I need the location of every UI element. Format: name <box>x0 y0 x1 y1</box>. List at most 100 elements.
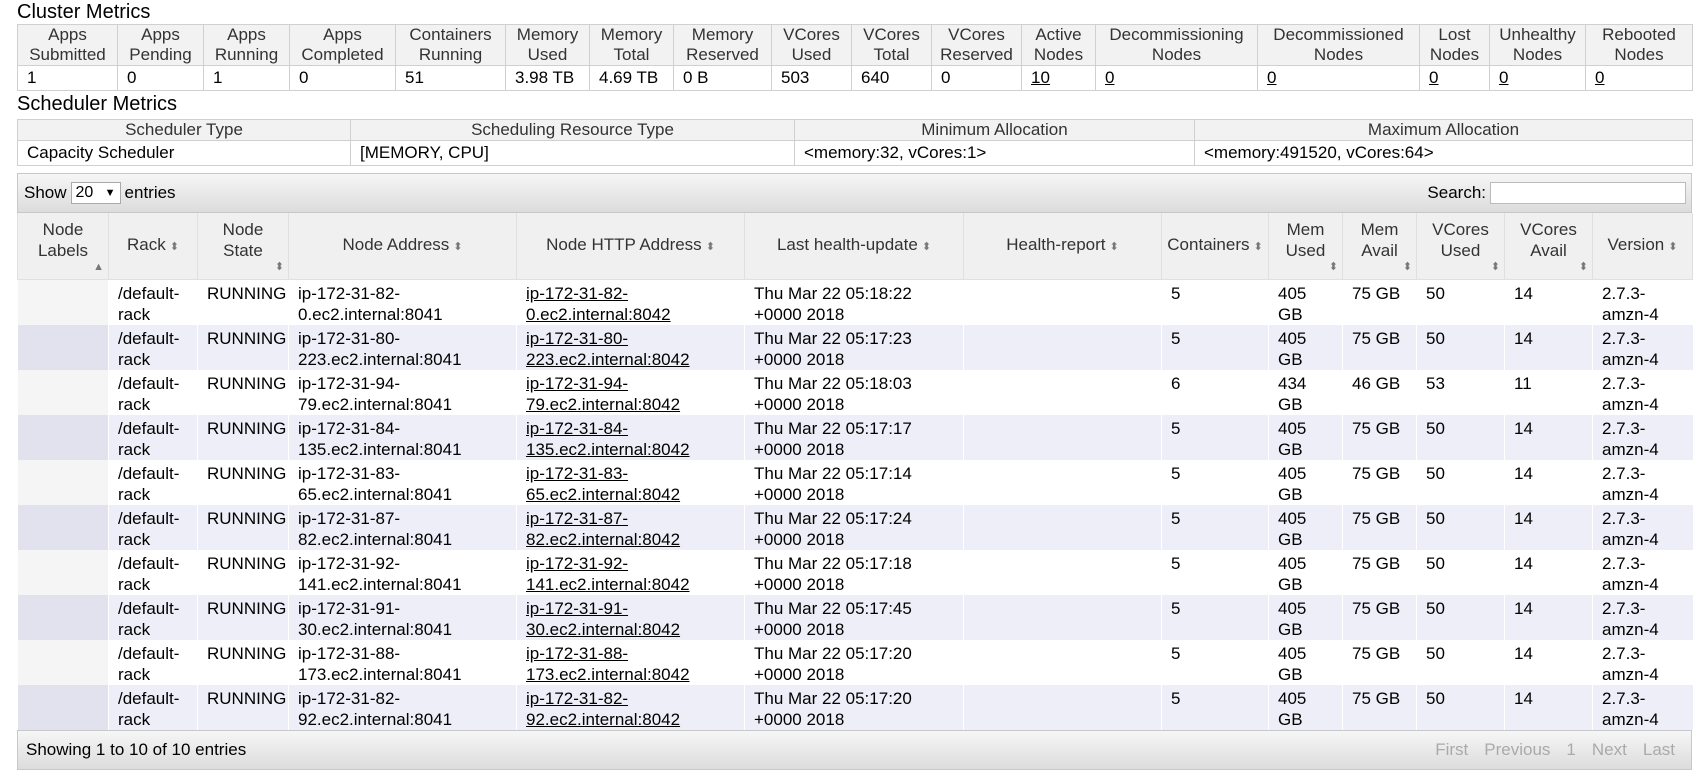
column-header[interactable]: Rack ⬍ <box>108 213 198 280</box>
cell-update: Thu Mar 22 05:18:22 +0000 2018 <box>744 279 964 325</box>
cell-labels <box>17 640 109 685</box>
metric-value: 1 <box>27 68 37 87</box>
cell-vc-avail: 14 <box>1504 505 1593 550</box>
cluster-metric-header: Containers Running <box>395 24 506 66</box>
text-line: Active <box>1035 25 1082 44</box>
column-header[interactable]: VCores Avail ⬍ <box>1504 213 1593 280</box>
cell-text: 2.7.3- amzn-4 <box>1602 329 1659 369</box>
column-header[interactable]: Node Labels ▲ <box>17 213 109 280</box>
text-line: 405 <box>1278 419 1307 438</box>
column-header[interactable]: Mem Avail ⬍ <box>1342 213 1417 280</box>
node-http-link[interactable]: ip-172-31-83- 65.ec2.internal:8042 <box>526 464 680 504</box>
cell-health <box>963 505 1162 550</box>
cluster-metric-header: Apps Running <box>203 24 290 66</box>
cell-text: Thu Mar 22 05:18:22 +0000 2018 <box>754 284 912 324</box>
metric-value: 503 <box>781 68 810 87</box>
cluster-metric-value: 1 <box>17 65 118 91</box>
cell-labels <box>17 279 109 325</box>
node-http-link[interactable]: ip-172-31-82- 92.ec2.internal:8042 <box>526 689 680 729</box>
cell-addr: ip-172-31-94- 79.ec2.internal:8041 <box>288 370 517 415</box>
metric-link[interactable]: 0 <box>1267 68 1276 87</box>
cell-text: ip-172-31-87- 82.ec2.internal:8041 <box>298 509 452 549</box>
text-line: rack <box>118 665 151 684</box>
node-http-link[interactable]: ip-172-31-87- 82.ec2.internal:8042 <box>526 509 680 549</box>
text-line: rack <box>118 350 151 369</box>
node-http-link[interactable]: ip-172-31-88- 173.ec2.internal:8042 <box>526 644 690 684</box>
text-line: Mem <box>1360 220 1399 239</box>
column-header[interactable]: Health-report ⬍ <box>963 213 1162 280</box>
cell-health <box>963 640 1162 685</box>
pager-button[interactable]: Last <box>1635 740 1683 760</box>
text-line: Thu Mar 22 05:17:20 <box>754 644 912 663</box>
entries-select[interactable]: 20 ▼ <box>70 182 121 204</box>
metric-link[interactable]: 0 <box>1429 68 1438 87</box>
cell-vc-avail: 14 <box>1504 595 1593 640</box>
cell-text: /default-rack <box>118 419 179 459</box>
node-http-link[interactable]: ip-172-31-84- 135.ec2.internal:8042 <box>526 419 690 459</box>
cell-text: 75 GB <box>1352 284 1401 303</box>
node-http-link[interactable]: ip-172-31-82- 0.ec2.internal:8042 <box>526 284 671 324</box>
pager-button[interactable]: First <box>1427 740 1476 760</box>
pagination: First Previous 1 Next Last <box>1427 740 1683 760</box>
cell-text: /default-rack <box>118 374 179 414</box>
text-line: rack <box>118 575 151 594</box>
column-header[interactable]: Version ⬍ <box>1592 213 1693 280</box>
cell-update: Thu Mar 22 05:17:23 +0000 2018 <box>744 325 964 370</box>
cell-state: RUNNING <box>197 505 289 550</box>
cell-http: ip-172-31-91- 30.ec2.internal:8042 <box>516 595 745 640</box>
text-line: GB <box>1278 395 1303 414</box>
column-header[interactable]: Node HTTP Address ⬍ <box>516 213 745 280</box>
cell-text: /default-rack <box>118 644 179 684</box>
cluster-metric-value: 0 <box>931 65 1022 91</box>
node-http-link[interactable]: ip-172-31-94- 79.ec2.internal:8042 <box>526 374 680 414</box>
cell-mem-avail: 75 GB <box>1342 550 1417 595</box>
cell-rack: /default-rack <box>108 595 198 640</box>
column-header[interactable]: VCores Used ⬍ <box>1416 213 1505 280</box>
cell-text: 2.7.3- amzn-4 <box>1602 554 1659 594</box>
text-line: 405 <box>1278 509 1307 528</box>
cell-rack: /default-rack <box>108 505 198 550</box>
text-line: 223.ec2.internal:8042 <box>526 350 690 369</box>
search-input[interactable] <box>1490 182 1686 204</box>
cell-text: 50 <box>1426 599 1445 618</box>
cell-update: Thu Mar 22 05:17:20 +0000 2018 <box>744 640 964 685</box>
text-line: Containers <box>1167 235 1250 254</box>
column-header[interactable]: Mem Used ⬍ <box>1268 213 1343 280</box>
cell-text: 434 GB <box>1278 374 1306 414</box>
table-row: /default-rack RUNNING ip-172-31-87- 82.ec2.… <box>17 505 1693 550</box>
pager-button[interactable]: Next <box>1584 740 1635 760</box>
column-header[interactable]: Node Address ⬍ <box>288 213 517 280</box>
show-label: Show <box>24 183 67 202</box>
cell-mem-used: 405 GB <box>1268 550 1343 595</box>
text-line: /default- <box>118 554 180 573</box>
metric-link[interactable]: 0 <box>1595 68 1604 87</box>
text-line: Memory <box>691 25 754 44</box>
column-header[interactable]: Last health-update ⬍ <box>744 213 964 280</box>
text-line: ip-172-31-80- <box>526 329 629 348</box>
pager-button[interactable]: Previous <box>1476 740 1558 760</box>
cell-labels <box>17 415 109 460</box>
text-line: 405 <box>1278 464 1307 483</box>
cluster-metric-header: Decommissioned Nodes <box>1257 24 1420 66</box>
cell-text: 75 GB <box>1352 419 1401 438</box>
node-http-link[interactable]: ip-172-31-80- 223.ec2.internal:8042 <box>526 329 690 369</box>
text-line: 92.ec2.internal:8041 <box>298 710 453 729</box>
metric-link[interactable]: 0 <box>1105 68 1114 87</box>
text-line: Unhealthy <box>1499 25 1576 44</box>
text-line: ip-172-31-80- <box>298 329 401 348</box>
node-http-link[interactable]: ip-172-31-91- 30.ec2.internal:8042 <box>526 599 680 639</box>
metric-link[interactable]: 10 <box>1031 68 1050 87</box>
entries-select-value: 20 <box>75 184 94 201</box>
text-line: Lost <box>1438 25 1471 44</box>
metric-link[interactable]: 0 <box>1499 68 1508 87</box>
cell-mem-used: 405 GB <box>1268 460 1343 505</box>
cluster-metric-value: 0 B <box>673 65 772 91</box>
column-header[interactable]: Node State ⬍ <box>197 213 289 280</box>
column-header[interactable]: Containers ⬍ <box>1161 213 1269 280</box>
cell-text: 46 GB <box>1352 374 1401 393</box>
text-line: ip-172-31-94- <box>298 374 401 393</box>
pager-button[interactable]: 1 <box>1558 740 1583 760</box>
cell-text: RUNNING <box>207 599 287 618</box>
node-http-link[interactable]: ip-172-31-92- 141.ec2.internal:8042 <box>526 554 690 594</box>
text-line: Nodes <box>1512 45 1563 64</box>
